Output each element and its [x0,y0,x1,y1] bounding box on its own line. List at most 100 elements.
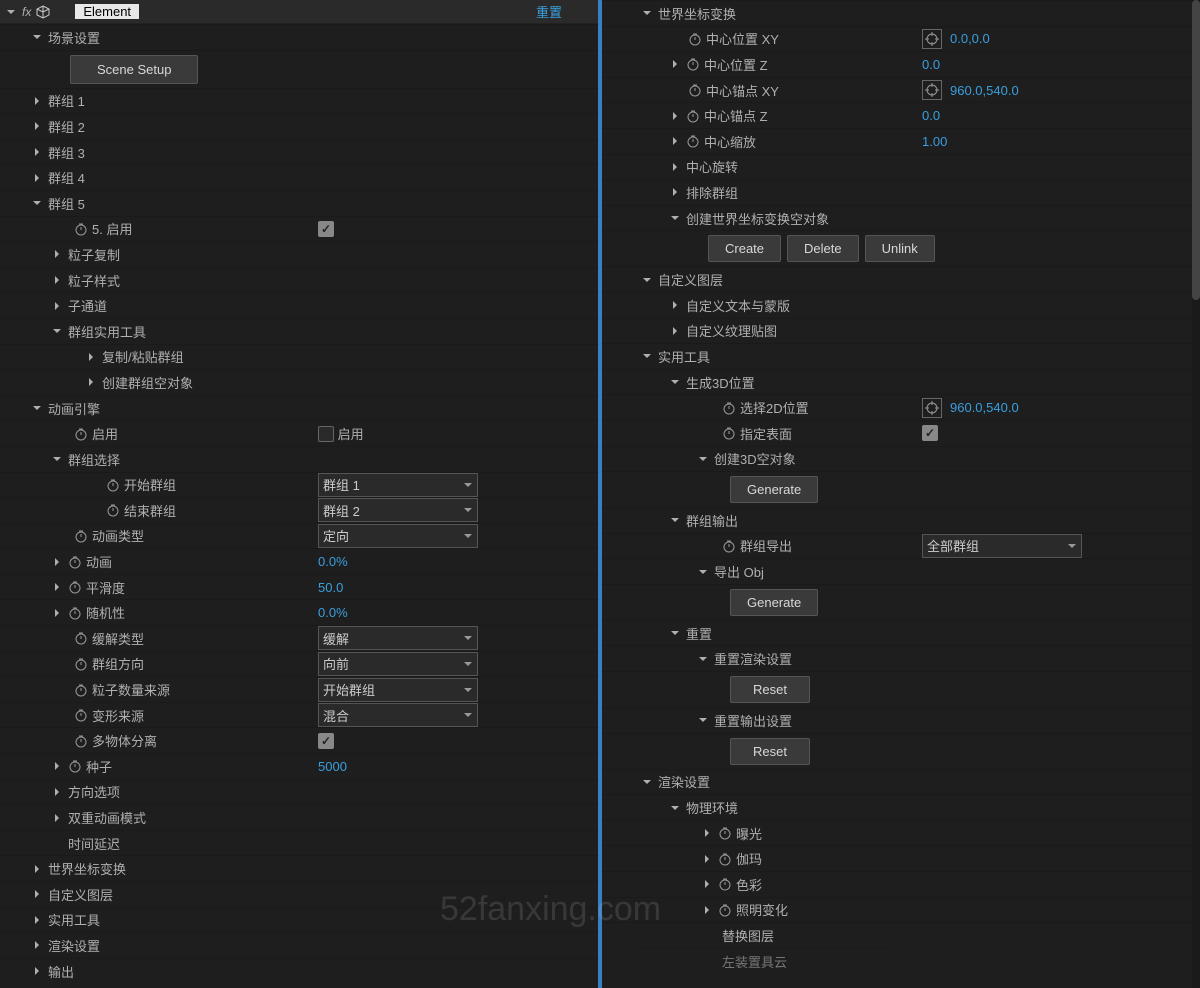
group-2[interactable]: 群组 2 [0,113,598,139]
chevron-down-icon[interactable] [670,628,680,638]
chevron-down-icon[interactable] [642,351,652,361]
world-xform-r[interactable]: 世界坐标变换 [602,0,1200,26]
generate-button-1[interactable]: Generate [730,476,818,503]
generate-button-2[interactable]: Generate [730,589,818,616]
group-5[interactable]: 群组 5 [0,190,598,216]
chevron-right-icon[interactable] [86,352,96,362]
stopwatch-icon[interactable] [74,631,88,645]
chevron-down-icon[interactable] [670,213,680,223]
multi-obj-checkbox[interactable] [318,733,334,749]
anim-engine[interactable]: 动画引擎 [0,395,598,421]
chevron-down-icon[interactable] [698,654,708,664]
stopwatch-icon[interactable] [686,134,700,148]
chevron-right-icon[interactable] [32,96,42,106]
custom-layers-r[interactable]: 自定义图层 [602,266,1200,292]
chevron-right-icon[interactable] [52,608,62,618]
chevron-right-icon[interactable] [670,326,680,336]
chevron-right-icon[interactable] [32,864,42,874]
chevron-down-icon[interactable] [670,515,680,525]
stopwatch-icon[interactable] [718,877,732,891]
group-output[interactable]: 群组输出 [602,507,1200,533]
anim-type-select[interactable]: 定向 [318,524,478,548]
randomness-value[interactable]: 0.0% [318,605,348,620]
ease-type-select[interactable]: 缓解 [318,626,478,650]
orient-options[interactable]: 方向选项 [0,779,598,805]
center-scale-value[interactable]: 1.00 [922,134,947,149]
create-group-null[interactable]: 创建群组空对象 [0,369,598,395]
chevron-right-icon[interactable] [702,854,712,864]
stopwatch-icon[interactable] [686,109,700,123]
chevron-right-icon[interactable] [32,940,42,950]
copy-paste-group[interactable]: 复制/粘贴群组 [0,344,598,370]
start-group-select[interactable]: 群组 1 [318,473,478,497]
chevron-right-icon[interactable] [670,162,680,172]
custom-tex-map[interactable]: 自定义纹理贴图 [602,318,1200,344]
chevron-right-icon[interactable] [52,557,62,567]
particle-copy[interactable]: 粒子复制 [0,241,598,267]
reset-button-1[interactable]: Reset [730,676,810,703]
stopwatch-icon[interactable] [106,478,120,492]
chevron-right-icon[interactable] [52,787,62,797]
world-xform-l[interactable]: 世界坐标变换 [0,855,598,881]
scene-setup-button[interactable]: Scene Setup [70,55,198,84]
chevron-right-icon[interactable] [670,300,680,310]
center-pos-xy-value[interactable]: 0.0,0.0 [950,31,990,46]
ae-enable-checkbox[interactable] [318,426,334,442]
chevron-down-icon[interactable] [642,8,652,18]
particle-style[interactable]: 粒子样式 [0,267,598,293]
stopwatch-icon[interactable] [718,852,732,866]
chevron-down-icon[interactable] [670,377,680,387]
stopwatch-icon[interactable] [74,683,88,697]
scene-settings[interactable]: 场景设置 [0,24,598,50]
group-4[interactable]: 群组 4 [0,164,598,190]
chevron-down-icon[interactable] [642,275,652,285]
chevron-right-icon[interactable] [86,377,96,387]
stopwatch-icon[interactable] [718,903,732,917]
export-obj[interactable]: 导出 Obj [602,558,1200,584]
smoothness-value[interactable]: 50.0 [318,580,343,595]
create-world-null[interactable]: 创建世界坐标变换空对象 [602,205,1200,231]
group-dir-select[interactable]: 向前 [318,652,478,676]
chevron-right-icon[interactable] [52,301,62,311]
scrollbar-thumb[interactable] [1192,0,1200,300]
stopwatch-icon[interactable] [722,401,736,415]
stopwatch-icon[interactable] [106,503,120,517]
end-group-select[interactable]: 群组 2 [318,498,478,522]
stopwatch-icon[interactable] [68,606,82,620]
reset-output[interactable]: 重置输出设置 [602,707,1200,733]
chevron-right-icon[interactable] [32,915,42,925]
center-anchor-xy-value[interactable]: 960.0,540.0 [950,83,1019,98]
reset-link[interactable]: 重置 [536,2,562,21]
gen-3d-pos[interactable]: 生成3D位置 [602,369,1200,395]
chevron-right-icon[interactable] [670,59,680,69]
reset-section[interactable]: 重置 [602,620,1200,646]
stopwatch-icon[interactable] [74,708,88,722]
double-anim[interactable]: 双重动画模式 [0,804,598,830]
stopwatch-icon[interactable] [688,83,702,97]
chevron-right-icon[interactable] [702,905,712,915]
stopwatch-icon[interactable] [68,580,82,594]
g5-enable-checkbox[interactable] [318,221,334,237]
crosshair-icon[interactable] [922,80,942,100]
stopwatch-icon[interactable] [74,427,88,441]
group-export-select[interactable]: 全部群组 [922,534,1082,558]
chevron-down-icon[interactable] [32,198,42,208]
chevron-right-icon[interactable] [670,111,680,121]
chevron-right-icon[interactable] [32,121,42,131]
phys-env[interactable]: 物理环境 [602,794,1200,820]
chevron-right-icon[interactable] [52,249,62,259]
chevron-right-icon[interactable] [32,147,42,157]
custom-layers-l[interactable]: 自定义图层 [0,881,598,907]
chevron-right-icon[interactable] [670,136,680,146]
reset-button-2[interactable]: Reset [730,738,810,765]
stopwatch-icon[interactable] [686,57,700,71]
chevron-down-icon[interactable] [670,803,680,813]
chevron-right-icon[interactable] [32,966,42,976]
particle-count-select[interactable]: 开始群组 [318,678,478,702]
chevron-right-icon[interactable] [702,828,712,838]
chevron-right-icon[interactable] [702,879,712,889]
crosshair-icon[interactable] [922,398,942,418]
chevron-right-icon[interactable] [52,582,62,592]
render-settings-l[interactable]: 渲染设置 [0,932,598,958]
specify-surface-checkbox[interactable] [922,425,938,441]
